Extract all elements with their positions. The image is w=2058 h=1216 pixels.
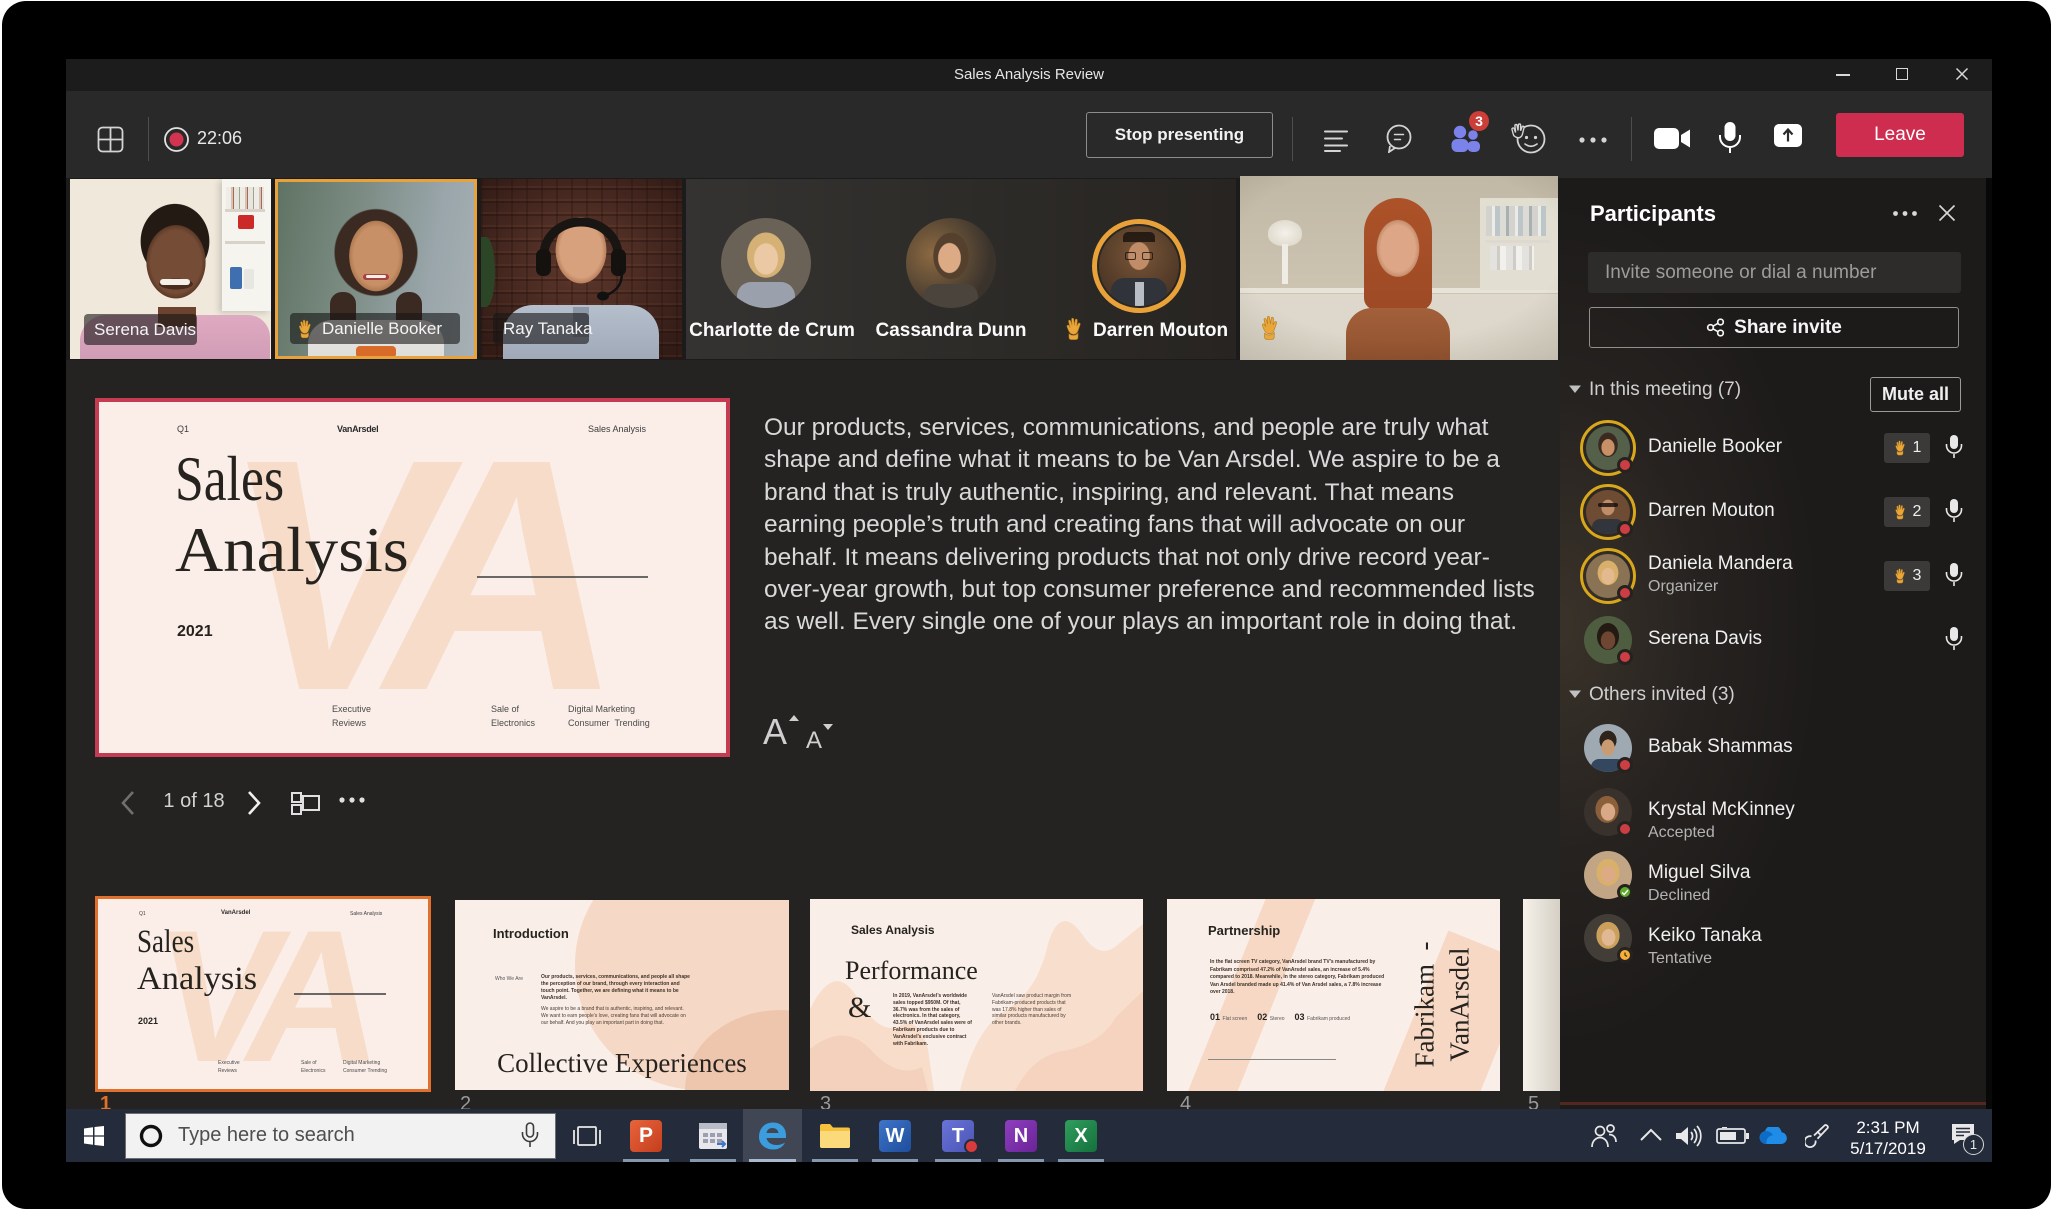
svg-text:3: 3: [1475, 113, 1483, 129]
